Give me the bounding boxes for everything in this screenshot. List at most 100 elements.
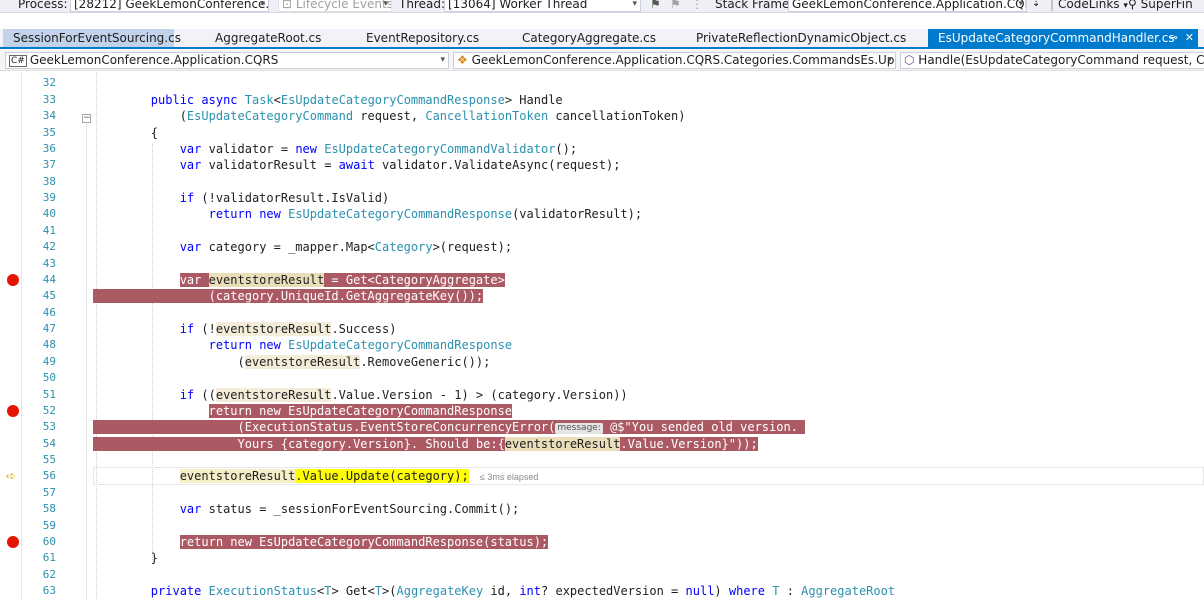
line-number: 58 bbox=[42, 502, 56, 515]
tab-private-reflection-dynamic-object[interactable]: PrivateReflectionDynamicObject.cs bbox=[686, 29, 916, 47]
code-line-44: var eventstoreResult = Get<CategoryAggre… bbox=[179, 273, 505, 287]
chevron-down-icon: ▾ bbox=[383, 0, 388, 9]
code-line-40: return new EsUpdateCategoryCommandRespon… bbox=[208, 207, 643, 221]
line-number: 35 bbox=[42, 126, 56, 139]
thread-label: Thread: bbox=[399, 0, 446, 11]
outline-guide bbox=[86, 124, 87, 599]
code-line-39: if (!validatorResult.IsValid) bbox=[179, 191, 390, 205]
close-icon[interactable]: ✕ bbox=[1185, 31, 1194, 44]
line-number: 49 bbox=[42, 355, 56, 368]
tab-underline bbox=[0, 47, 1204, 49]
code-line-63: private ExecutionStatus<T> Get<T>(Aggreg… bbox=[150, 584, 896, 598]
stack-frame-dropdown[interactable]: GeekLemonConference.Application.CQRS ▾ bbox=[788, 0, 1027, 12]
breakpoint-dot-icon[interactable] bbox=[7, 274, 19, 286]
tab-event-repository[interactable]: EventRepository.cs bbox=[356, 29, 506, 47]
lifecycle-icon: ⊡ bbox=[282, 0, 296, 11]
code-line-54: Yours {category.Version}. Should be:{eve… bbox=[93, 437, 758, 451]
line-number: 63 bbox=[42, 584, 56, 597]
line-number: 48 bbox=[42, 338, 56, 351]
superfind-button[interactable]: ⚲ SuperFin bbox=[1128, 0, 1193, 12]
code-line-56: eventstoreResult.Value.Update(category);… bbox=[179, 469, 539, 483]
line-number: 59 bbox=[42, 519, 56, 532]
line-number: 56 bbox=[42, 469, 56, 482]
lifecycle-events-dropdown[interactable]: ⊡ Lifecycle Events ▾ bbox=[278, 0, 392, 12]
flag-all-threads-icon[interactable]: ⚑ bbox=[670, 0, 681, 12]
tab-aggregate-root[interactable]: AggregateRoot.cs bbox=[205, 29, 345, 47]
code-line-52: return new EsUpdateCategoryCommandRespon… bbox=[208, 404, 513, 418]
line-number: 40 bbox=[42, 207, 56, 220]
line-number: 51 bbox=[42, 388, 56, 401]
code-line-51: if ((eventstoreResult.Value.Version - 1)… bbox=[179, 388, 628, 402]
line-number: 54 bbox=[42, 437, 56, 450]
code-line-37: var validatorResult = await validator.Va… bbox=[179, 158, 621, 172]
csharp-project-icon: C# bbox=[9, 55, 27, 67]
code-line-49: (eventstoreResult.RemoveGeneric()); bbox=[93, 355, 491, 369]
debug-toolbar: Process: [28212] GeekLemonConference.Ap ▾… bbox=[0, 0, 1204, 13]
line-number: 45 bbox=[42, 289, 56, 302]
code-line-61: } bbox=[93, 551, 159, 565]
line-number: 61 bbox=[42, 551, 56, 564]
filter-icon[interactable]: ⋮ bbox=[691, 0, 703, 12]
line-number: 32 bbox=[42, 76, 56, 89]
line-number: 52 bbox=[42, 404, 56, 417]
collapse-toggle-icon[interactable]: − bbox=[82, 114, 91, 123]
code-line-35: { bbox=[93, 126, 159, 140]
tab-category-aggregate[interactable]: CategoryAggregate.cs bbox=[512, 29, 672, 47]
line-number: 62 bbox=[42, 568, 56, 581]
process-label: Process: bbox=[18, 0, 68, 11]
code-line-36: var validator = new EsUpdateCategoryComm… bbox=[179, 142, 578, 156]
codelinks-button[interactable]: CodeLinks ▾ bbox=[1058, 0, 1128, 12]
line-number: 42 bbox=[42, 240, 56, 253]
line-number: 44 bbox=[42, 273, 56, 286]
line-number: 53 bbox=[42, 420, 56, 433]
document-tab-strip: SessionForEventSourcing.cs AggregateRoot… bbox=[0, 29, 1204, 47]
line-number: 36 bbox=[42, 142, 56, 155]
thread-dropdown[interactable]: [13064] Worker Thread ▾ bbox=[444, 0, 641, 12]
project-dropdown[interactable]: C# GeekLemonConference.Application.CQRS ▾ bbox=[5, 52, 449, 69]
pin-icon[interactable]: ⊸ bbox=[1169, 31, 1178, 44]
instruction-pointer-arrow-icon[interactable]: ➪ bbox=[6, 469, 16, 483]
separator: | bbox=[1050, 0, 1055, 11]
flag-thread-icon[interactable]: ⚑ bbox=[650, 0, 661, 12]
navigation-bar: C# GeekLemonConference.Application.CQRS ▾ … bbox=[0, 50, 1204, 71]
parameter-hint: message: bbox=[555, 423, 603, 434]
chevron-down-icon: ▾ bbox=[632, 0, 637, 9]
type-dropdown[interactable]: ❖ GeekLemonConference.Application.CQRS.C… bbox=[453, 52, 896, 69]
method-icon: ⬡ bbox=[904, 53, 919, 67]
chevron-down-icon: ▾ bbox=[1018, 0, 1023, 9]
stack-frame-label: Stack Frame: bbox=[715, 0, 794, 11]
line-number: 39 bbox=[42, 191, 56, 204]
code-line-45: (category.UniqueId.GetAggregateKey()); bbox=[93, 289, 484, 303]
code-line-34: (EsUpdateCategoryCommand request, Cancel… bbox=[93, 109, 686, 123]
breakpoint-margin[interactable] bbox=[0, 72, 22, 599]
line-number: 41 bbox=[42, 224, 56, 237]
line-number: 38 bbox=[42, 175, 56, 188]
line-number: 47 bbox=[42, 322, 56, 335]
member-dropdown[interactable]: ⬡ Handle(EsUpdateCategoryCommand request… bbox=[900, 52, 1204, 69]
line-number: 33 bbox=[42, 93, 56, 106]
line-number: 50 bbox=[42, 371, 56, 384]
code-editor[interactable]: ➪ 32 33 34 35 36 37 38 39 40 41 42 43 44… bbox=[0, 72, 1204, 599]
code-line-47: if (!eventstoreResult.Success) bbox=[179, 322, 397, 336]
line-number: 57 bbox=[42, 486, 56, 499]
toolbar-overflow-icon[interactable]: ⇣ bbox=[1032, 0, 1040, 12]
process-dropdown[interactable]: [28212] GeekLemonConference.Ap ▾ bbox=[70, 0, 269, 12]
line-number: 37 bbox=[42, 158, 56, 171]
breakpoint-dot-icon[interactable] bbox=[7, 405, 19, 417]
code-line-42: var category = _mapper.Map<Category>(req… bbox=[179, 240, 513, 254]
breakpoint-dot-icon[interactable] bbox=[7, 536, 19, 548]
line-number: 46 bbox=[42, 306, 56, 319]
code-line-33: public async Task<EsUpdateCategoryComman… bbox=[150, 93, 563, 107]
search-icon: ⚲ bbox=[1128, 0, 1141, 11]
code-line-53: (ExecutionStatus.EventStoreConcurrencyEr… bbox=[93, 420, 806, 434]
tab-session-for-event-sourcing[interactable]: SessionForEventSourcing.cs bbox=[3, 29, 181, 47]
chevron-down-icon: ▾ bbox=[887, 55, 892, 65]
code-line-58: var status = _sessionForEventSourcing.Co… bbox=[179, 502, 520, 516]
line-number: 43 bbox=[42, 257, 56, 270]
class-icon: ❖ bbox=[457, 53, 472, 67]
perf-tip: ≤ 3ms elapsed bbox=[479, 472, 539, 482]
code-line-60: return new EsUpdateCategoryCommandRespon… bbox=[179, 535, 549, 549]
line-number: 34 bbox=[42, 109, 56, 122]
tab-es-update-category-command-handler[interactable]: EsUpdateCategoryCommandHandler.cs ⊸ ✕ bbox=[928, 29, 1198, 47]
chevron-down-icon: ▾ bbox=[440, 55, 445, 65]
